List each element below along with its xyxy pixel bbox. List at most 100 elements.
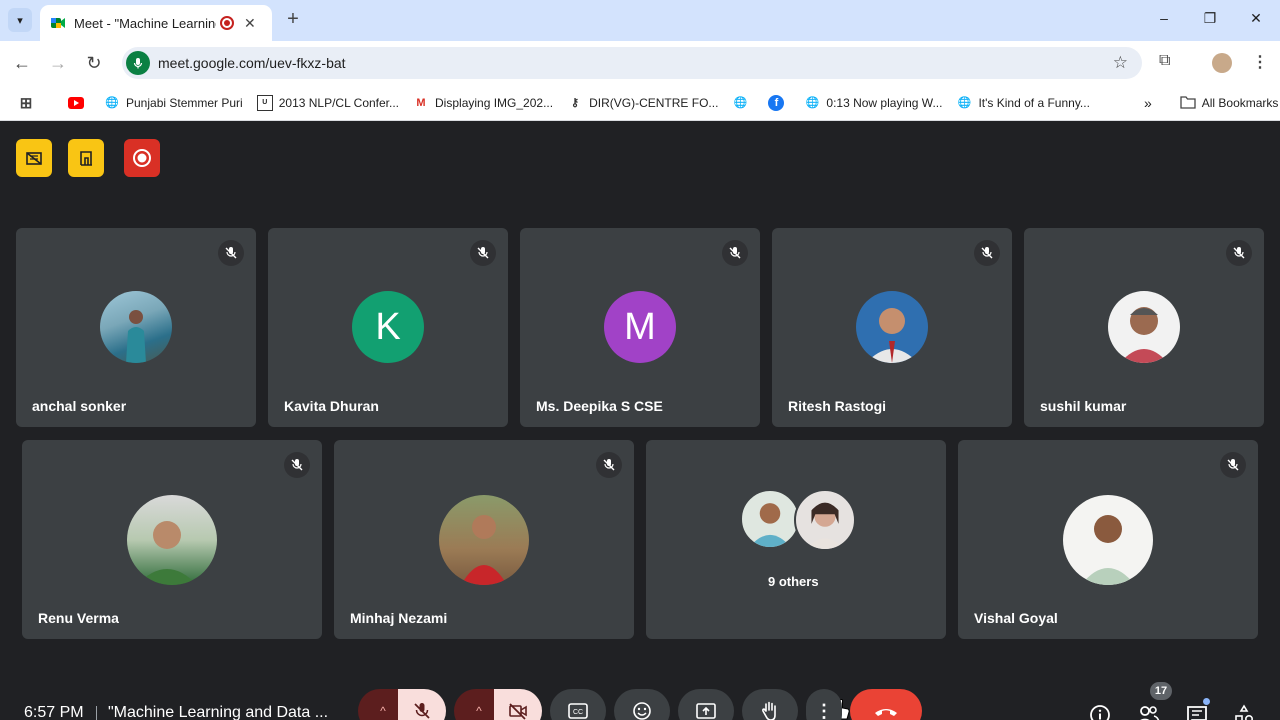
raise-hand-button[interactable] bbox=[742, 689, 798, 720]
participant-tile[interactable]: Minhaj Nezami bbox=[334, 440, 634, 639]
bookmark-label: 2013 NLP/CL Confer... bbox=[278, 95, 400, 110]
video-off-icon bbox=[26, 152, 42, 165]
participant-tile[interactable]: K Kavita Dhuran bbox=[268, 228, 508, 427]
participant-tile[interactable]: sushil kumar bbox=[1024, 228, 1264, 427]
mic-muted-icon bbox=[974, 240, 1000, 266]
meet-bottom-bar: 6:57 PM "Machine Learning and Data ... ^… bbox=[0, 682, 1280, 720]
mic-muted-icon bbox=[218, 240, 244, 266]
bookmark-dir-centre[interactable]: ⚷ DIR(VG)-CENTRE FO... bbox=[567, 95, 718, 111]
avatar-letter: K bbox=[352, 291, 424, 363]
avatar-photo bbox=[740, 489, 800, 549]
recording-badge[interactable] bbox=[124, 139, 160, 177]
meet-favicon-icon bbox=[51, 18, 65, 28]
recording-indicator-icon bbox=[220, 16, 234, 30]
participant-name: Ritesh Rastogi bbox=[788, 398, 887, 414]
forward-arrow-icon[interactable]: → bbox=[47, 52, 69, 74]
site-icon: U bbox=[256, 94, 273, 111]
people-icon[interactable] bbox=[1135, 702, 1161, 720]
camera-toggle-button[interactable] bbox=[494, 689, 542, 720]
present-screen-icon bbox=[696, 703, 716, 719]
activities-icon[interactable] bbox=[1231, 702, 1257, 720]
bookmark-nlp-conference[interactable]: U 2013 NLP/CL Confer... bbox=[256, 94, 400, 111]
participant-tile[interactable]: Vishal Goyal bbox=[958, 440, 1258, 639]
present-screen-button[interactable] bbox=[678, 689, 734, 720]
globe-icon: 🌐 bbox=[733, 97, 748, 109]
participant-tile[interactable]: anchal sonker bbox=[16, 228, 256, 427]
profile-avatar[interactable] bbox=[1212, 53, 1232, 73]
key-icon: ⚷ bbox=[571, 97, 580, 109]
bottom-bar-divider bbox=[96, 706, 97, 720]
building-icon bbox=[80, 151, 92, 166]
no-video-badge[interactable] bbox=[16, 139, 52, 177]
avatar-photo bbox=[100, 291, 172, 363]
others-count-label: 9 others bbox=[768, 574, 819, 589]
mic-muted-icon bbox=[596, 452, 622, 478]
participant-name: Kavita Dhuran bbox=[284, 398, 379, 414]
participant-tile[interactable]: Ritesh Rastogi bbox=[772, 228, 1012, 427]
mic-muted-icon bbox=[1226, 240, 1252, 266]
bookmark-star-icon[interactable]: ☆ bbox=[1113, 53, 1128, 73]
window-close-icon[interactable]: ✕ bbox=[1246, 10, 1266, 27]
mic-muted-icon bbox=[470, 240, 496, 266]
globe-icon: 🌐 bbox=[805, 97, 820, 109]
reactions-button[interactable] bbox=[614, 689, 670, 720]
leave-call-button[interactable] bbox=[850, 689, 922, 720]
minimize-icon[interactable]: – bbox=[1154, 10, 1174, 26]
gmail-icon: M bbox=[416, 96, 426, 109]
mic-toggle-button[interactable] bbox=[398, 689, 446, 720]
bookmarks-overflow-chevron-icon[interactable]: » bbox=[1144, 95, 1152, 111]
microphone-in-use-icon[interactable] bbox=[126, 51, 150, 75]
new-tab-plus-icon[interactable]: + bbox=[282, 8, 304, 30]
globe-icon: 🌐 bbox=[105, 97, 119, 109]
youtube-icon bbox=[68, 95, 84, 111]
captions-button[interactable]: CC bbox=[550, 689, 606, 720]
bookmark-facebook[interactable]: f bbox=[768, 94, 790, 111]
bookmark-funny-story[interactable]: 🌐 It's Kind of a Funny... bbox=[956, 95, 1090, 111]
camera-off-icon bbox=[509, 703, 527, 720]
participant-name: sushil kumar bbox=[1040, 398, 1127, 414]
emoji-icon bbox=[633, 702, 651, 720]
meet-stage: anchal sonker K Kavita Dhuran M Ms. Deep… bbox=[0, 121, 1280, 720]
bookmark-youtube[interactable] bbox=[68, 95, 90, 111]
all-bookmarks-folder[interactable]: All Bookmarks bbox=[1180, 95, 1278, 111]
mic-muted-icon bbox=[1220, 452, 1246, 478]
avatar-photo bbox=[1063, 495, 1153, 585]
address-bar[interactable]: meet.google.com/uev-fkxz-bat ☆ bbox=[122, 47, 1142, 79]
extensions-puzzle-icon[interactable]: ⧉ bbox=[1159, 52, 1170, 70]
apps-grid-icon[interactable]: ⊞ bbox=[18, 95, 40, 112]
browser-title-bar: ▾ Meet - "Machine Learning a ✕ + – ❐ ✕ bbox=[0, 0, 1280, 41]
others-tile[interactable]: 9 others bbox=[646, 440, 946, 639]
participant-tile[interactable]: Renu Verma bbox=[22, 440, 322, 639]
browser-toolbar: ← → ↻ meet.google.com/uev-fkxz-bat ☆ ⧉ ⋮ bbox=[0, 41, 1280, 85]
tab-search-chevron-icon[interactable]: ▾ bbox=[8, 8, 32, 32]
restore-icon[interactable]: ❐ bbox=[1200, 10, 1220, 27]
chat-icon[interactable] bbox=[1184, 698, 1210, 720]
bookmark-punjabi-stemmer[interactable]: 🌐 Punjabi Stemmer Puri bbox=[104, 95, 243, 111]
back-arrow-icon[interactable]: ← bbox=[11, 52, 33, 74]
participant-tile[interactable]: M Ms. Deepika S CSE bbox=[520, 228, 760, 427]
participant-name: Renu Verma bbox=[38, 610, 119, 626]
bookmark-now-playing[interactable]: 🌐 0:13 Now playing W... bbox=[804, 95, 943, 111]
bookmark-globe[interactable]: 🌐 bbox=[732, 95, 754, 111]
closed-captions-icon: CC bbox=[568, 703, 588, 719]
current-time: 6:57 PM bbox=[24, 704, 84, 720]
bookmark-gmail[interactable]: M Displaying IMG_202... bbox=[413, 95, 553, 111]
avatar-letter: M bbox=[604, 291, 676, 363]
more-options-button[interactable]: ⋮ bbox=[806, 689, 842, 720]
meeting-details-icon[interactable] bbox=[1087, 702, 1113, 720]
avatar-photo bbox=[856, 291, 928, 363]
meeting-title: "Machine Learning and Data ... bbox=[108, 704, 329, 720]
avatar-photo bbox=[794, 489, 856, 551]
globe-icon: 🌐 bbox=[957, 97, 972, 109]
mic-off-icon bbox=[414, 703, 430, 719]
browser-menu-icon[interactable]: ⋮ bbox=[1252, 52, 1268, 72]
host-controls-badge[interactable] bbox=[68, 139, 104, 177]
mic-muted-icon bbox=[284, 452, 310, 478]
tab-title: Meet - "Machine Learning a bbox=[74, 15, 216, 31]
browser-tab-meet[interactable]: Meet - "Machine Learning a ✕ bbox=[40, 5, 272, 41]
avatar-photo bbox=[439, 495, 529, 585]
hang-up-icon bbox=[875, 709, 897, 716]
tab-close-icon[interactable]: ✕ bbox=[244, 15, 256, 32]
reload-icon[interactable]: ↻ bbox=[83, 52, 105, 74]
avatar-photo bbox=[127, 495, 217, 585]
